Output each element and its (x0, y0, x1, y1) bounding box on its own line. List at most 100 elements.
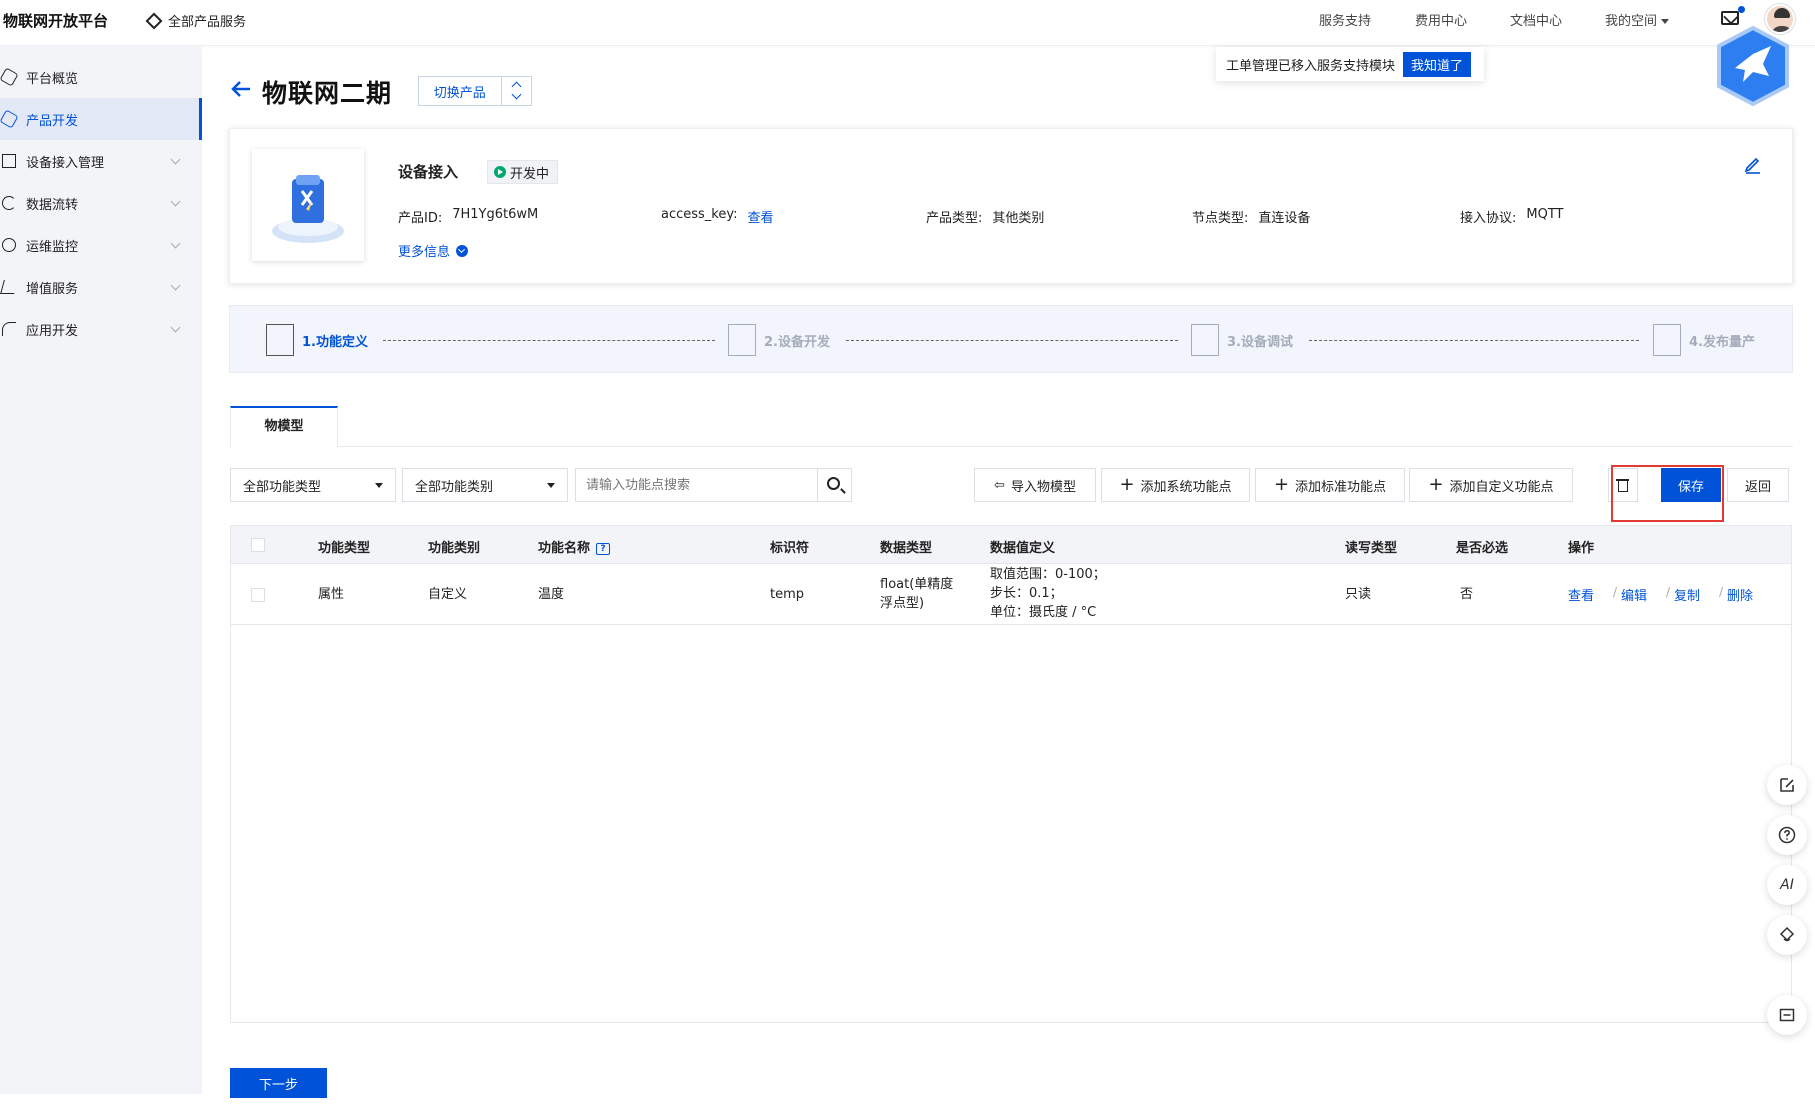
arc-icon (2, 322, 16, 336)
column-header: 标识符 (770, 541, 810, 556)
product-name: 设备接入 (398, 163, 459, 181)
step-connector (1309, 340, 1639, 341)
chevron-down-circle-icon (456, 244, 469, 257)
tab-thing-model[interactable]: 物模型 (230, 406, 338, 447)
notice-text: 工单管理已移入服务支持模块 (1226, 58, 1396, 74)
help-icon[interactable]: ? (596, 542, 611, 555)
step-1[interactable]: 1.功能定义 (266, 324, 368, 356)
separator: / (1613, 585, 1618, 599)
mascot-bird-icon[interactable] (1713, 24, 1793, 108)
caret-down-icon (547, 483, 555, 488)
select-value: 全部功能类别 (415, 479, 494, 495)
switch-product-button[interactable]: 切换产品 (418, 76, 532, 106)
add-system-function-button[interactable]: + 添加系统功能点 (1101, 468, 1250, 502)
view-link[interactable]: 查看 (1568, 585, 1594, 604)
checklist-icon (1653, 324, 1681, 356)
field-product-type: 产品类型: 其他类别 (926, 207, 1044, 226)
column-header: 是否必选 (1456, 541, 1509, 556)
device-icon (2, 154, 16, 168)
more-info-link[interactable]: 更多信息 (398, 241, 469, 260)
up-down-arrows-icon (500, 77, 531, 105)
import-icon: ⇦ (994, 477, 1005, 493)
field-protocol: 接入协议: MQTT (1460, 207, 1564, 226)
cell-data-type: float(单精度 (880, 577, 954, 592)
notification-dot (1738, 6, 1745, 13)
add-standard-function-button[interactable]: + 添加标准功能点 (1255, 468, 1405, 502)
step-label: 4.发布量产 (1689, 334, 1755, 350)
copy-link[interactable]: 复制 (1674, 585, 1700, 604)
chevron-down-icon (170, 154, 181, 165)
nav-billing[interactable]: 费用中心 (1415, 10, 1467, 29)
product-info-card: 设备接入 开发中 产品ID: 7H1Yg6t6wM access_key: 查看… (229, 128, 1793, 284)
chevron-down-icon (170, 238, 181, 249)
field-value: 其他类别 (992, 211, 1045, 226)
step-4[interactable]: 4.发布量产 (1653, 324, 1755, 356)
collapse-panel-button[interactable] (1767, 995, 1807, 1035)
import-model-button[interactable]: ⇦ 导入物模型 (974, 468, 1096, 502)
chevron-down-icon (170, 322, 181, 333)
sidebar-item-app-dev[interactable]: 应用开发 (0, 308, 202, 350)
nav-docs[interactable]: 文档中心 (1510, 10, 1562, 29)
plus-icon: + (1273, 474, 1290, 495)
sidebar-item-label: 设备接入管理 (26, 155, 105, 171)
top-bar: 物联网开放平台 全部产品服务 服务支持 费用中心 文档中心 我的空间 (0, 0, 1815, 46)
column-header: 功能名称? (538, 537, 611, 556)
status-badge: 开发中 (487, 160, 559, 184)
step-2[interactable]: 2.设备开发 (728, 324, 830, 356)
search-button[interactable] (818, 468, 852, 502)
edit-icon[interactable] (1743, 154, 1763, 174)
field-label: 接入协议: (1460, 211, 1517, 226)
separator: / (1719, 585, 1724, 599)
notice-ok-button[interactable]: 我知道了 (1403, 51, 1472, 77)
cell-name: 温度 (538, 587, 565, 602)
sidebar-item-product-dev[interactable]: 产品开发 (0, 98, 202, 140)
panel-icon (1779, 1008, 1795, 1022)
search-input[interactable] (575, 468, 818, 502)
delete-link[interactable]: 删除 (1727, 585, 1753, 604)
field-access-key: access_key: 查看 (661, 207, 774, 226)
button-label: 导入物模型 (1010, 479, 1076, 495)
function-category-select[interactable]: 全部功能类别 (402, 468, 568, 502)
sidebar-item-ops-monitor[interactable]: 运维监控 (0, 224, 202, 266)
sidebar-item-value-added[interactable]: 增值服务 (0, 266, 202, 308)
back-button[interactable]: 返回 (1727, 468, 1789, 502)
service-button[interactable] (1767, 915, 1807, 955)
cell-identifier: temp (770, 587, 805, 602)
chevron-down-icon (170, 196, 181, 207)
column-header: 数据值定义 (990, 541, 1056, 556)
step-3[interactable]: 3.设备调试 (1191, 324, 1293, 356)
sidebar-item-overview[interactable]: 平台概览 (0, 56, 202, 98)
sidebar-item-label: 数据流转 (26, 197, 79, 213)
add-custom-function-button[interactable]: + 添加自定义功能点 (1409, 468, 1573, 502)
edit-link[interactable]: 编辑 (1621, 585, 1647, 604)
sidebar-item-device-access[interactable]: 设备接入管理 (0, 140, 202, 182)
row-checkbox[interactable] (251, 588, 265, 602)
view-access-key-link[interactable]: 查看 (748, 207, 774, 226)
printer-icon (728, 324, 756, 356)
help-button[interactable] (1767, 815, 1807, 855)
sidebar-item-data-flow[interactable]: 数据流转 (0, 182, 202, 224)
select-value: 全部功能类型 (243, 479, 322, 495)
feedback-edit-button[interactable] (1767, 765, 1807, 805)
next-step-button[interactable]: 下一步 (230, 1068, 327, 1098)
table-header: 功能类型 功能类别 功能名称? 标识符 数据类型 数据值定义 读写类型 是否必选… (231, 526, 1791, 564)
sidebar: 平台概览 产品开发 设备接入管理 数据流转 运维监控 增值服务 应用开发 (0, 46, 202, 1094)
select-all-checkbox[interactable] (251, 538, 265, 552)
cell-rw: 只读 (1345, 587, 1372, 602)
brand-logo[interactable]: 物联网开放平台 (3, 10, 108, 31)
back-arrow-icon[interactable] (230, 78, 252, 100)
all-services-menu[interactable]: 全部产品服务 (145, 11, 246, 30)
field-label: 节点类型: (1192, 211, 1249, 226)
more-info-label: 更多信息 (398, 245, 451, 260)
product-device-icon (272, 175, 344, 243)
field-node-type: 节点类型: 直连设备 (1192, 207, 1310, 226)
mail-icon[interactable] (1721, 11, 1739, 25)
ai-assistant-button[interactable]: AI (1767, 865, 1807, 905)
nav-service-support[interactable]: 服务支持 (1319, 10, 1371, 29)
field-label: access_key: (661, 207, 738, 222)
cell-data-type: 浮点型) (880, 596, 925, 611)
plus-icon: + (1119, 474, 1135, 495)
function-type-select[interactable]: 全部功能类型 (230, 468, 396, 502)
nav-my-space[interactable]: 我的空间 (1605, 10, 1670, 29)
column-header: 读写类型 (1345, 541, 1398, 556)
